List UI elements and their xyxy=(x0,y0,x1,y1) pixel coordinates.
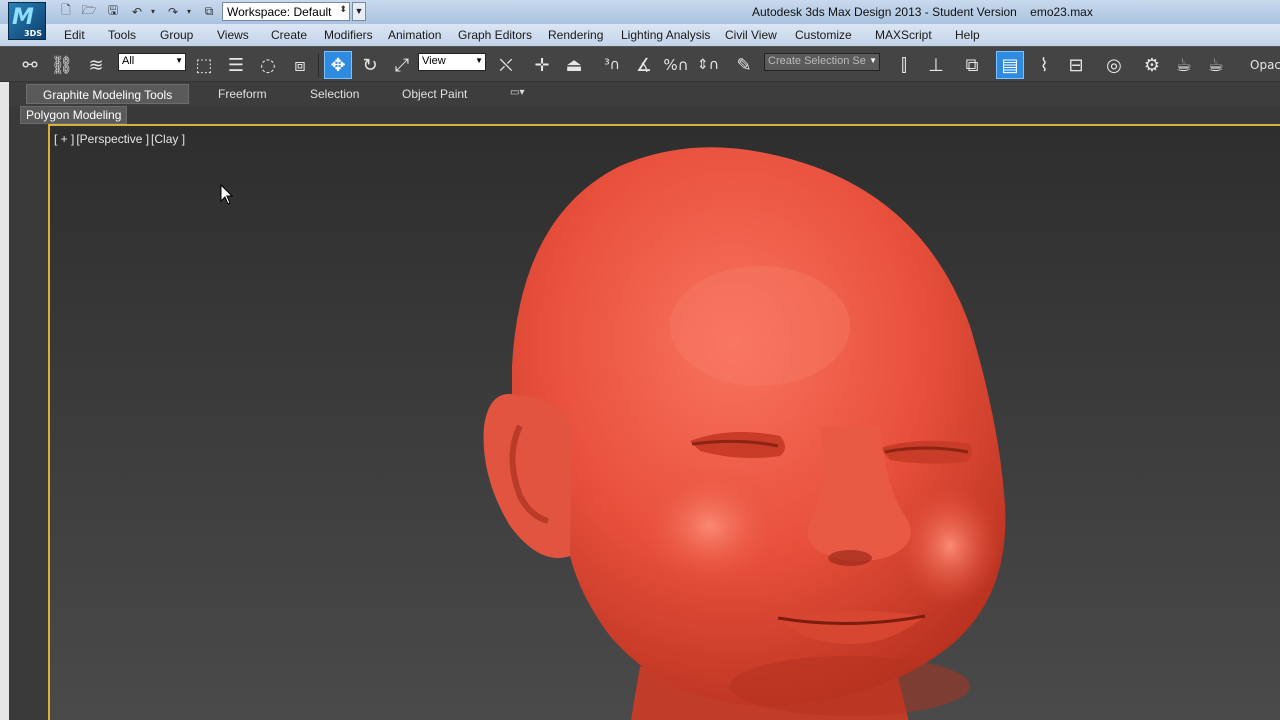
viewport-shading-label[interactable]: [Clay ] xyxy=(151,132,185,146)
render-production-icon[interactable]: ☕ xyxy=(1202,51,1230,79)
workspace-dropdown[interactable]: Workspace: Default ⬍ xyxy=(222,2,350,21)
viewport-plus-menu[interactable]: [ + ] xyxy=(54,132,74,146)
spinner-snap-icon[interactable]: ⇕∩ xyxy=(694,51,722,79)
mouse-cursor-icon xyxy=(220,184,234,205)
cheek-left xyxy=(640,466,780,586)
render-setup-icon[interactable]: ⚙ xyxy=(1138,51,1166,79)
pivot-center-icon[interactable]: ⛌ xyxy=(492,51,520,79)
ear-shape xyxy=(483,394,572,558)
redo-dropdown-icon[interactable]: ▾ xyxy=(184,3,194,20)
selection-region-icon[interactable]: ◌ xyxy=(254,51,282,79)
menu-rendering[interactable]: Rendering xyxy=(548,28,603,42)
percent-snap-icon[interactable]: %∩ xyxy=(662,51,690,79)
edit-named-selection-icon[interactable]: ✎ xyxy=(730,51,758,79)
tab-graphite-modeling-tools[interactable]: Graphite Modeling Tools xyxy=(26,84,190,104)
redo-icon[interactable]: ↷ xyxy=(164,3,182,20)
ribbon-options-icon[interactable]: ▭▾ xyxy=(510,84,524,104)
menu-edit[interactable]: Edit xyxy=(64,28,85,42)
mirror-icon[interactable]: ⫿ xyxy=(890,51,918,79)
named-selection-dropdown[interactable]: Create Selection Se ▼ xyxy=(764,53,880,71)
select-manipulate-icon[interactable]: ✛ xyxy=(528,51,556,79)
undo-dropdown-icon[interactable]: ▾ xyxy=(148,3,158,20)
menu-bar: Edit Tools Group Views Create Modifiers … xyxy=(0,24,1280,46)
curve-editor-icon[interactable]: ⌇ xyxy=(1030,51,1058,79)
tab-freeform[interactable]: Freeform xyxy=(218,84,267,104)
menu-lighting-analysis[interactable]: Lighting Analysis xyxy=(621,28,710,42)
menu-animation[interactable]: Animation xyxy=(388,28,441,42)
ribbon-tab-bar: Graphite Modeling Tools Freeform Selecti… xyxy=(0,82,1280,106)
app-menu-button[interactable]: M 3DS xyxy=(8,2,46,40)
rendered-frame-window-icon[interactable]: ☕ xyxy=(1170,51,1198,79)
named-selection-value: Create Selection Se xyxy=(768,55,866,67)
layer-manager-icon[interactable]: ⧉ xyxy=(958,51,986,79)
window-crossing-icon[interactable]: ⧈ xyxy=(286,51,314,79)
select-by-name-icon[interactable]: ☰ xyxy=(222,51,250,79)
reference-coordinate-value: View xyxy=(422,55,446,67)
graphite-toggle-icon[interactable]: ▤ xyxy=(996,51,1024,79)
chevron-down-icon: ▼ xyxy=(175,56,183,65)
main-toolbar: ⚯ ⛓ ≋ All ▼ ⬚ ☰ ◌ ⧈ ✥ ↻ ⤢ View ▼ ⛌ ✛ ⏏ ³… xyxy=(0,46,1280,82)
cheek-right xyxy=(900,486,1000,606)
select-move-icon[interactable]: ✥ xyxy=(324,51,352,79)
window-title: Autodesk 3ds Max Design 2013 - Student V… xyxy=(752,5,1093,19)
panel-polygon-modeling[interactable]: Polygon Modeling xyxy=(20,106,128,124)
select-scale-icon[interactable]: ⤢ xyxy=(388,51,416,79)
clay-head-model xyxy=(483,147,1006,720)
menu-graph-editors[interactable]: Graph Editors xyxy=(458,28,532,42)
menu-customize[interactable]: Customize xyxy=(795,28,852,42)
project-folder-icon[interactable]: ⧉ xyxy=(200,3,218,20)
material-editor-icon[interactable]: ◎ xyxy=(1100,51,1128,79)
bind-space-warp-icon[interactable]: ≋ xyxy=(82,51,110,79)
head-shape xyxy=(512,147,1006,706)
perspective-viewport[interactable]: [ + ] [Perspective ] [Clay ] xyxy=(48,124,1280,720)
reference-coordinate-dropdown[interactable]: View ▼ xyxy=(418,53,486,71)
menu-maxscript[interactable]: MAXScript xyxy=(875,28,932,42)
viewport-pov-label[interactable]: [Perspective ] xyxy=(76,132,149,146)
workspace-label: Workspace: Default xyxy=(227,5,332,19)
overflow-label[interactable]: Opac xyxy=(1250,51,1280,79)
toolbar-separator xyxy=(318,53,319,77)
chevron-down-icon: ▼ xyxy=(869,56,877,65)
schematic-view-icon[interactable]: ⊟ xyxy=(1062,51,1090,79)
save-icon[interactable]: 🖫 xyxy=(104,3,122,20)
ribbon-panel-bar: Polygon Modeling xyxy=(0,106,1280,124)
unlink-selection-icon[interactable]: ⛓ xyxy=(48,51,76,79)
undo-icon[interactable]: ↶ xyxy=(128,3,146,20)
open-folder-icon[interactable]: 🗁 xyxy=(80,3,98,20)
snaps-toggle-icon[interactable]: ³∩ xyxy=(598,51,626,79)
tab-object-paint[interactable]: Object Paint xyxy=(402,84,467,104)
menu-tools[interactable]: Tools xyxy=(108,28,136,42)
new-file-icon[interactable]: 🗋 xyxy=(57,3,75,20)
select-and-link-icon[interactable]: ⚯ xyxy=(16,51,44,79)
align-icon[interactable]: ⊥ xyxy=(922,51,950,79)
selection-filter-value: All xyxy=(122,55,135,67)
menu-group[interactable]: Group xyxy=(160,28,193,42)
menu-create[interactable]: Create xyxy=(271,28,307,42)
menu-civil-view[interactable]: Civil View xyxy=(725,28,777,42)
quick-access-customize-button[interactable]: ▼ xyxy=(352,2,366,21)
angle-snap-icon[interactable]: ∡ xyxy=(630,51,658,79)
selection-filter-dropdown[interactable]: All ▼ xyxy=(118,53,186,71)
left-edge-strip xyxy=(0,82,9,720)
3dsmax-logo-icon: M xyxy=(12,5,34,30)
select-object-icon[interactable]: ⬚ xyxy=(190,51,218,79)
select-rotate-icon[interactable]: ↻ xyxy=(356,51,384,79)
viewport-label[interactable]: [ + ] [Perspective ] [Clay ] xyxy=(54,132,187,146)
menu-help[interactable]: Help xyxy=(955,28,980,42)
title-bar: M 3DS 🗋 🗁 🖫 ↶ ▾ ↷ ▾ ⧉ Workspace: Default… xyxy=(0,0,1280,40)
viewport-gutter xyxy=(9,124,49,720)
chevron-down-icon: ▼ xyxy=(475,56,483,65)
app-logo-sub: 3DS xyxy=(24,29,42,38)
tab-selection[interactable]: Selection xyxy=(310,84,359,104)
chevron-down-icon: ⬍ xyxy=(339,4,347,14)
menu-modifiers[interactable]: Modifiers xyxy=(324,28,373,42)
menu-views[interactable]: Views xyxy=(217,28,249,42)
keyboard-shortcut-override-icon[interactable]: ⏏ xyxy=(560,51,588,79)
